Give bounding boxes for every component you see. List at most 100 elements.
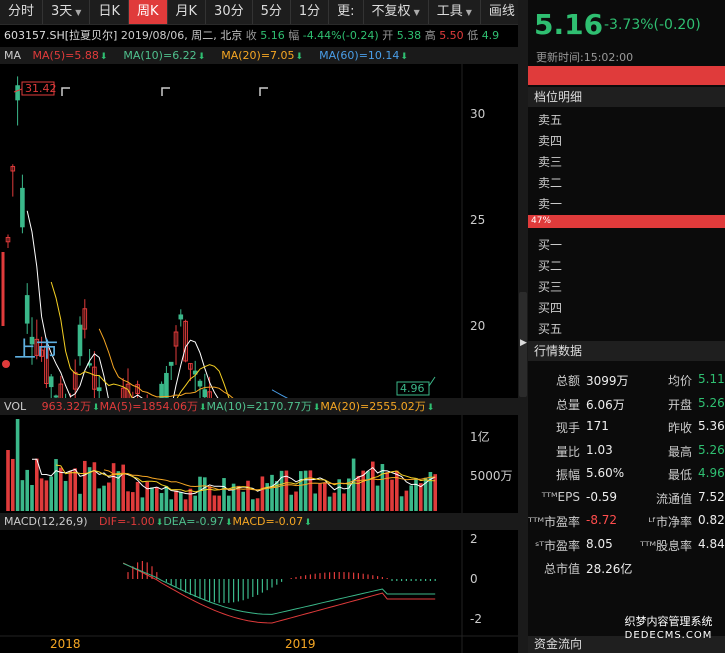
volume-bar bbox=[92, 462, 97, 511]
stock-symbol[interactable]: 603157.SH[拉夏贝尔] bbox=[4, 29, 117, 42]
volume-bar bbox=[107, 482, 111, 511]
volume-bar bbox=[183, 499, 188, 511]
chevron-down-icon: ▼ bbox=[465, 8, 472, 17]
ma-value-0: MA(5)=5.88⬇ bbox=[32, 49, 108, 62]
volume-bar bbox=[404, 490, 409, 511]
stat-label: 最高 bbox=[667, 444, 692, 459]
ma-value-3: MA(60)=10.14⬇ bbox=[319, 49, 408, 62]
macd-chart[interactable]: 2 0 -2 2018 2019 bbox=[0, 530, 518, 653]
bid-level-1: 买一 bbox=[538, 238, 563, 252]
period-tab-8[interactable]: 更: bbox=[329, 0, 364, 24]
volume-bar bbox=[327, 496, 332, 511]
low-value: 4.9 bbox=[481, 29, 500, 42]
stat-value: -0.59 bbox=[586, 489, 618, 504]
volume-bar bbox=[212, 495, 217, 511]
volume-bar bbox=[332, 492, 337, 511]
period-tab-2[interactable]: 日K bbox=[90, 0, 129, 24]
volume-bar bbox=[131, 492, 135, 511]
volume-bar bbox=[255, 498, 260, 511]
period-tab-1[interactable]: 3天 ▼ bbox=[43, 0, 91, 24]
stat-value: 5.36 bbox=[698, 419, 725, 433]
candle-body bbox=[24, 295, 30, 324]
vol-value-3: MA(20)=2555.02万⬇ bbox=[320, 400, 435, 413]
x-axis-year-label: 2019 bbox=[285, 637, 316, 651]
volume-bar bbox=[299, 471, 303, 511]
macd-legend: MACD(12,26,9) DIF=-1.00⬇DEA=-0.97⬇MACD=-… bbox=[0, 513, 518, 530]
volume-bar bbox=[342, 493, 346, 511]
stat-value: 4.96 bbox=[698, 466, 725, 480]
volume-bar bbox=[73, 468, 77, 511]
vol-value-2: MA(10)=2170.77万⬇ bbox=[206, 400, 321, 413]
dea-line bbox=[123, 562, 436, 615]
listing-dot bbox=[2, 360, 10, 368]
volume-bar bbox=[390, 479, 394, 511]
vol-legend: VOL 963.32万⬇MA(5)=1854.06万⬇MA(10)=2170.7… bbox=[0, 398, 518, 415]
volume-bar bbox=[20, 480, 25, 511]
volume-bar bbox=[395, 470, 399, 511]
update-time: 更新时间:15:02:00 bbox=[536, 51, 634, 64]
candle-body bbox=[164, 372, 169, 398]
volume-bar bbox=[270, 474, 274, 511]
vol-tick-1e8: 1亿 bbox=[470, 429, 490, 444]
macd-tick-label: 0 bbox=[470, 572, 478, 586]
volume-bar bbox=[174, 490, 178, 511]
period-tab-4[interactable]: 月K bbox=[168, 0, 207, 24]
vol-label: VOL bbox=[4, 400, 27, 413]
low-marker-label: 4.96 bbox=[400, 382, 425, 395]
volume-bar bbox=[193, 495, 197, 511]
high-value: 5.50 bbox=[439, 29, 464, 42]
stat-label: 振幅 bbox=[555, 468, 580, 482]
period-toolbar: 分时 3天 ▼ 日K 周K 月K 30分 5分 1分 更: 不复权 ▼ 工具 ▼ 画线 bbox=[0, 0, 524, 25]
macd-value-2: MACD=-0.07⬇ bbox=[232, 515, 312, 528]
period-tab-7[interactable]: 1分 bbox=[291, 0, 330, 24]
stat-value: 8.05 bbox=[586, 536, 613, 551]
orderbook-title[interactable]: 档位明细 bbox=[528, 87, 725, 107]
quote-panel: 5.16 -3.73%(-0.20) 更新时间:15:02:00 档位明细 卖五… bbox=[528, 0, 725, 653]
volume-bar bbox=[83, 460, 87, 511]
ask-level-2: 卖二 bbox=[538, 176, 563, 190]
chevron-down-icon: ▼ bbox=[413, 8, 420, 17]
volume-bar bbox=[97, 488, 101, 511]
price-bar bbox=[528, 66, 725, 85]
ma20-line bbox=[98, 328, 234, 398]
low-marker-line bbox=[428, 376, 436, 387]
bid-level-2: 买二 bbox=[538, 259, 563, 273]
ask-level-4: 卖四 bbox=[538, 134, 563, 148]
stat-label: ᵀᵀᴹ股息率 bbox=[640, 538, 692, 553]
stat-value: 4.84 bbox=[698, 536, 725, 551]
volume-bar bbox=[111, 463, 116, 511]
period-tab-5[interactable]: 30分 bbox=[206, 0, 253, 24]
collapse-arrow-icon[interactable]: ▶ bbox=[520, 338, 527, 348]
volume-bar bbox=[188, 488, 193, 511]
macd-value-0: DIF=-1.00⬇ bbox=[99, 515, 164, 528]
stat-label: ᴸᶠ市净率 bbox=[648, 515, 692, 529]
stat-value: 6.06万 bbox=[586, 397, 625, 412]
volume-bar bbox=[145, 481, 149, 511]
period-tab-0[interactable]: 分时 bbox=[0, 0, 44, 24]
period-tab-3[interactable]: 周K bbox=[128, 0, 168, 24]
stat-value: 5.11 bbox=[698, 372, 725, 386]
ma-value-2: MA(20)=7.05⬇ bbox=[221, 49, 304, 62]
period-tab-9[interactable]: 不复权 ▼ bbox=[364, 0, 429, 24]
period-tab-6[interactable]: 5分 bbox=[253, 0, 291, 24]
period-tab-10[interactable]: 工具 ▼ bbox=[429, 0, 481, 24]
macd-label: MACD(12,26,9) bbox=[4, 515, 88, 528]
high-marker-label: 31.42 bbox=[25, 82, 57, 95]
market-data-title[interactable]: 行情数据 bbox=[528, 341, 725, 361]
close-value: 5.16 bbox=[260, 29, 285, 42]
candle-body bbox=[202, 389, 208, 398]
volume-chart[interactable]: 1亿 5000万 bbox=[0, 415, 518, 513]
stat-value: 3099万 bbox=[586, 374, 629, 388]
stat-label: ᵀᵀᴹEPS bbox=[541, 489, 580, 504]
volume-bar bbox=[164, 485, 169, 511]
kline-chart[interactable]: 3025201510531.424.96上市 bbox=[0, 64, 518, 398]
stat-label: 最低 bbox=[667, 468, 692, 482]
macd-value-1: DEA=-0.97⬇ bbox=[163, 515, 233, 528]
volume-bar bbox=[59, 467, 63, 511]
stat-label: 总市值 bbox=[543, 562, 580, 576]
volume-bar bbox=[63, 480, 68, 511]
buy-sell-ratio-bar: 47% bbox=[528, 215, 725, 228]
volume-bar bbox=[251, 499, 255, 511]
chart-area[interactable]: 分时 3天 ▼ 日K 周K 月K 30分 5分 1分 更: 不复权 ▼ 工具 ▼ 画线 603157.SH[… bbox=[0, 0, 524, 653]
panel-divider[interactable]: ▶ bbox=[518, 0, 528, 653]
